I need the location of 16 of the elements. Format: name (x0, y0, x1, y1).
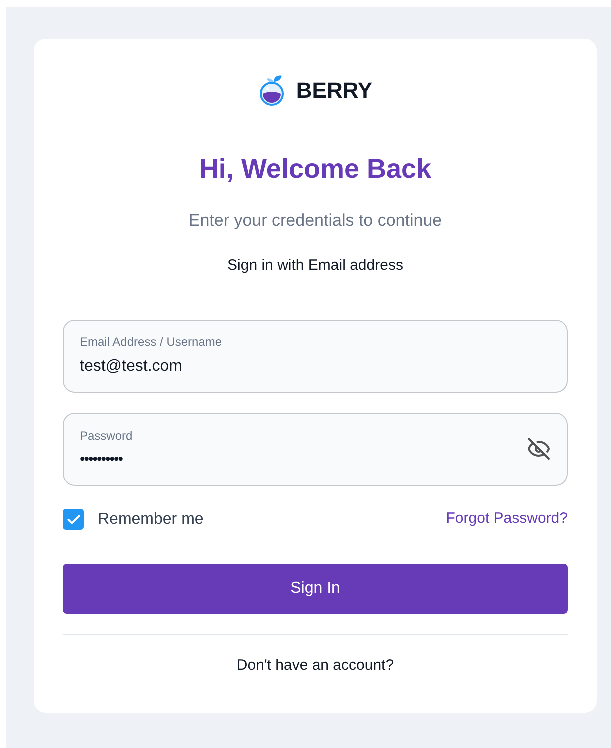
field-value: test@test.com (80, 357, 184, 377)
brand-name: BERRY (296, 76, 373, 104)
subtitle: Enter your credentials to continue (188, 210, 442, 232)
sign-in-button[interactable]: Sign In (63, 564, 568, 614)
forgot-password-link[interactable]: Forgot Password? (446, 508, 568, 531)
email-field[interactable]: Email Address / Username test@test.com (63, 320, 568, 392)
welcome-heading: Hi, Welcome Back (199, 153, 432, 186)
field-label: Email Address / Username (80, 334, 224, 351)
field-value: •••••••••• (80, 450, 124, 470)
field-label: Password (80, 428, 134, 445)
password-field[interactable]: Password •••••••••• (63, 412, 568, 486)
remember-label: Remember me (98, 510, 204, 530)
remember-checkbox[interactable] (63, 509, 84, 530)
sign-in-method: Sign in with Email address (228, 256, 404, 276)
sign-up-link[interactable]: Don't have an account? (236, 654, 394, 677)
visibility-toggle-icon[interactable] (527, 437, 551, 461)
